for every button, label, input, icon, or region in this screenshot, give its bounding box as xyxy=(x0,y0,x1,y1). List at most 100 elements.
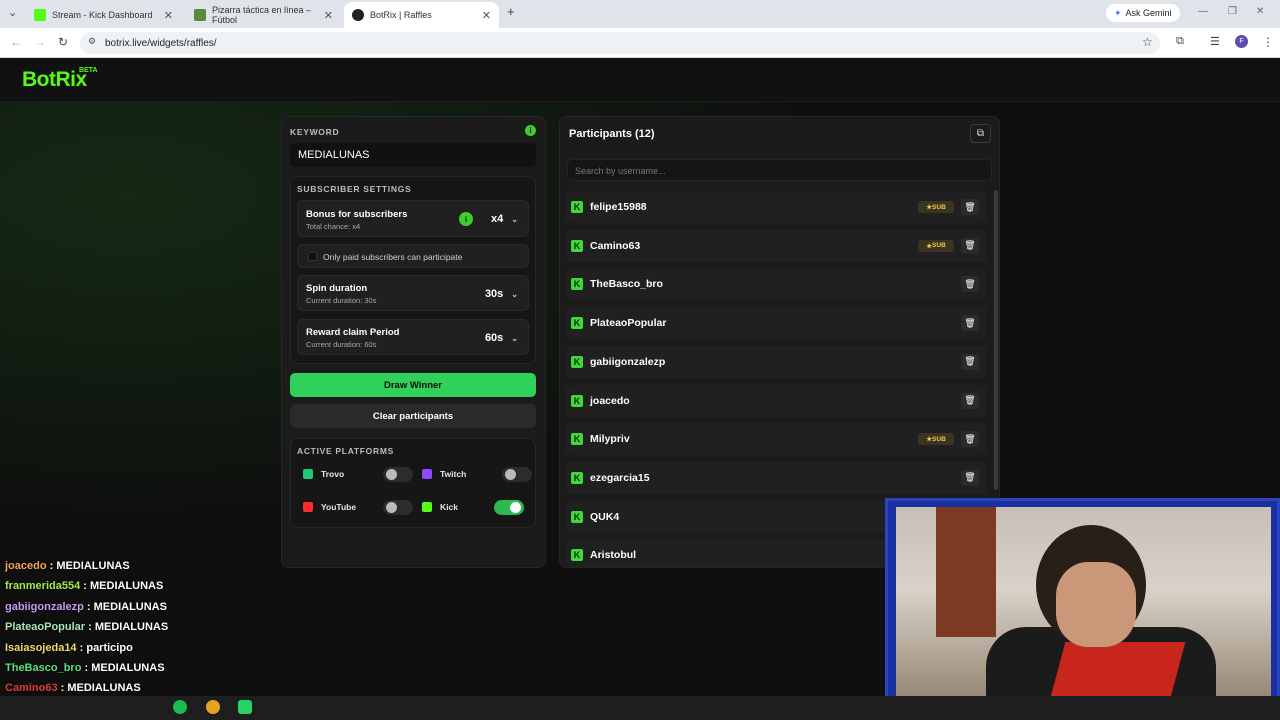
ask-gemini-button[interactable]: ✦ Ask Gemini xyxy=(1106,4,1180,22)
chat-username: franmerida554 xyxy=(5,580,81,593)
site-info-icon[interactable]: ⚙ xyxy=(88,36,96,47)
kick-icon: K xyxy=(571,394,583,407)
trash-icon[interactable]: 🗑 xyxy=(961,315,979,332)
toggle-knob xyxy=(510,502,521,513)
app-header xyxy=(0,58,1280,102)
kick-icon: K xyxy=(571,549,583,562)
participant-row: Kfelipe15988 ★ SUB 🗑 xyxy=(566,191,987,223)
chat-message: Camino63 : MEDIALUNAS xyxy=(5,682,141,694)
back-icon[interactable]: ← xyxy=(10,35,22,49)
reading-list-icon[interactable]: ☰ xyxy=(1210,35,1220,48)
minimize-icon[interactable]: — xyxy=(1198,6,1208,17)
webcam-overlay xyxy=(885,498,1280,720)
kick-favicon-icon xyxy=(34,9,46,21)
spin-value: 30s xyxy=(484,288,504,300)
menu-icon[interactable]: ⋮ xyxy=(1262,35,1274,49)
pizarra-favicon-icon xyxy=(194,9,206,21)
participant-row: K Camino63 ★ SUB 🗑 xyxy=(566,229,987,262)
chat-separator: : xyxy=(57,682,68,695)
participant-search-input[interactable]: Search by username... xyxy=(567,159,992,181)
trash-icon[interactable]: 🗑 xyxy=(961,276,979,293)
toggle-knob xyxy=(505,469,516,480)
bonus-select[interactable]: x4 ⌄ xyxy=(491,213,518,225)
keyword-info-icon[interactable]: i xyxy=(525,125,536,136)
bookmark-star-icon[interactable]: ☆ xyxy=(1142,35,1153,49)
claim-value: 60s xyxy=(484,332,504,344)
chat-separator: : xyxy=(81,662,92,674)
tab-botrix-raffles[interactable]: BotRix | Raffles ✕ xyxy=(344,2,499,28)
chat-username: gabiigonzalezp xyxy=(5,600,84,613)
tab-title: Stream - Kick Dashboard xyxy=(52,10,153,20)
trash-icon[interactable]: 🗑 xyxy=(961,199,979,215)
chat-username: joacedo xyxy=(5,560,47,572)
spin-select[interactable]: 30s ⌄ xyxy=(485,288,518,300)
claim-select[interactable]: 60s ⌄ xyxy=(485,332,518,344)
trash-icon[interactable]: 🗑 xyxy=(961,392,979,409)
spotify-icon[interactable] xyxy=(173,700,187,714)
close-tab-icon[interactable]: ✕ xyxy=(164,9,173,22)
whatsapp-icon[interactable] xyxy=(238,700,252,714)
url-field[interactable]: botrix.live/widgets/raffles/ xyxy=(80,32,1160,54)
sub-label: SUB xyxy=(932,242,946,250)
bonus-title: Bonus for subscribers xyxy=(306,209,408,220)
trash-icon[interactable]: 🗑 xyxy=(961,431,979,448)
trash-icon[interactable]: 🗑 xyxy=(961,237,979,254)
trash-icon[interactable]: 🗑 xyxy=(961,353,979,370)
profile-avatar[interactable]: F xyxy=(1235,35,1248,48)
toggle-knob xyxy=(386,502,397,513)
new-tab-icon[interactable]: + xyxy=(507,4,515,19)
kick-icon: K xyxy=(571,201,583,213)
close-window-icon[interactable]: ✕ xyxy=(1256,6,1264,17)
tab-title: BotRix | Raffles xyxy=(370,10,432,20)
participant-list-scrollbar[interactable] xyxy=(994,190,998,490)
draw-winner-button[interactable]: Draw Winner xyxy=(290,373,536,397)
chat-text: participo xyxy=(86,641,133,654)
twitch-toggle[interactable] xyxy=(502,467,532,482)
subscriber-settings-label: SUBSCRIBER SETTINGS xyxy=(297,184,412,194)
youtube-icon xyxy=(303,502,313,512)
tab-kick-dashboard[interactable]: Stream - Kick Dashboard ✕ xyxy=(26,2,181,28)
beta-badge: BETA xyxy=(79,67,98,74)
chat-username: Camino63 xyxy=(5,682,58,695)
copy-icon[interactable]: ⧉ xyxy=(970,124,991,143)
close-tab-icon[interactable]: ✕ xyxy=(324,9,333,22)
participant-name: Aristobul xyxy=(590,549,637,562)
keyword-value: MEDIALUNAS xyxy=(298,149,370,161)
extensions-icon[interactable]: ⧉ xyxy=(1176,35,1184,48)
platform-trovo: Trovo xyxy=(303,462,413,486)
tab-pizarra[interactable]: Pizarra táctica en línea – Fútbol ✕ xyxy=(186,2,341,28)
clear-participants-button[interactable]: Clear participants xyxy=(290,404,536,428)
chevron-down-icon: ⌄ xyxy=(511,290,518,299)
kick-icon: K xyxy=(571,433,583,446)
chat-text: MEDIALUNAS xyxy=(90,580,164,593)
kick-icon: K xyxy=(571,278,583,291)
trovo-toggle[interactable] xyxy=(383,467,413,482)
trash-icon[interactable]: 🗑 xyxy=(961,469,979,486)
participant-name: TheBasco_bro xyxy=(590,278,663,291)
platform-name: YouTube xyxy=(321,502,357,512)
participant-name: ezegarcia15 xyxy=(590,471,650,484)
youtube-toggle[interactable] xyxy=(383,500,413,515)
chrome-icon[interactable] xyxy=(206,700,220,714)
keyword-input[interactable]: MEDIALUNAS xyxy=(290,143,536,167)
bonus-subtitle: Total chance: x4 xyxy=(306,222,361,231)
maximize-icon[interactable]: ❐ xyxy=(1228,6,1237,17)
tab-search-icon[interactable]: ⌄ xyxy=(8,6,17,19)
participants-title: Participants (12) xyxy=(569,128,655,140)
tab-title: Pizarra táctica en línea – Fútbol xyxy=(212,5,312,25)
chat-username: Isaiasojeda14 xyxy=(5,641,77,654)
chevron-down-icon: ⌄ xyxy=(511,334,518,343)
botrix-favicon-icon xyxy=(352,9,364,21)
ask-gemini-label: Ask Gemini xyxy=(1125,8,1172,18)
reload-icon[interactable]: ↻ xyxy=(58,35,68,49)
paid-only-checkbox[interactable] xyxy=(308,252,317,261)
kick-toggle[interactable] xyxy=(494,500,524,515)
kick-icon xyxy=(422,502,432,512)
close-tab-icon[interactable]: ✕ xyxy=(482,9,491,22)
botrix-logo[interactable]: BotRix xyxy=(22,68,87,92)
sub-badge: ★ SUB xyxy=(918,201,954,213)
trovo-icon xyxy=(303,469,313,479)
forward-icon[interactable]: → xyxy=(34,35,46,49)
participant-name: joacedo xyxy=(590,394,630,407)
bonus-info-icon[interactable]: i xyxy=(459,212,473,226)
